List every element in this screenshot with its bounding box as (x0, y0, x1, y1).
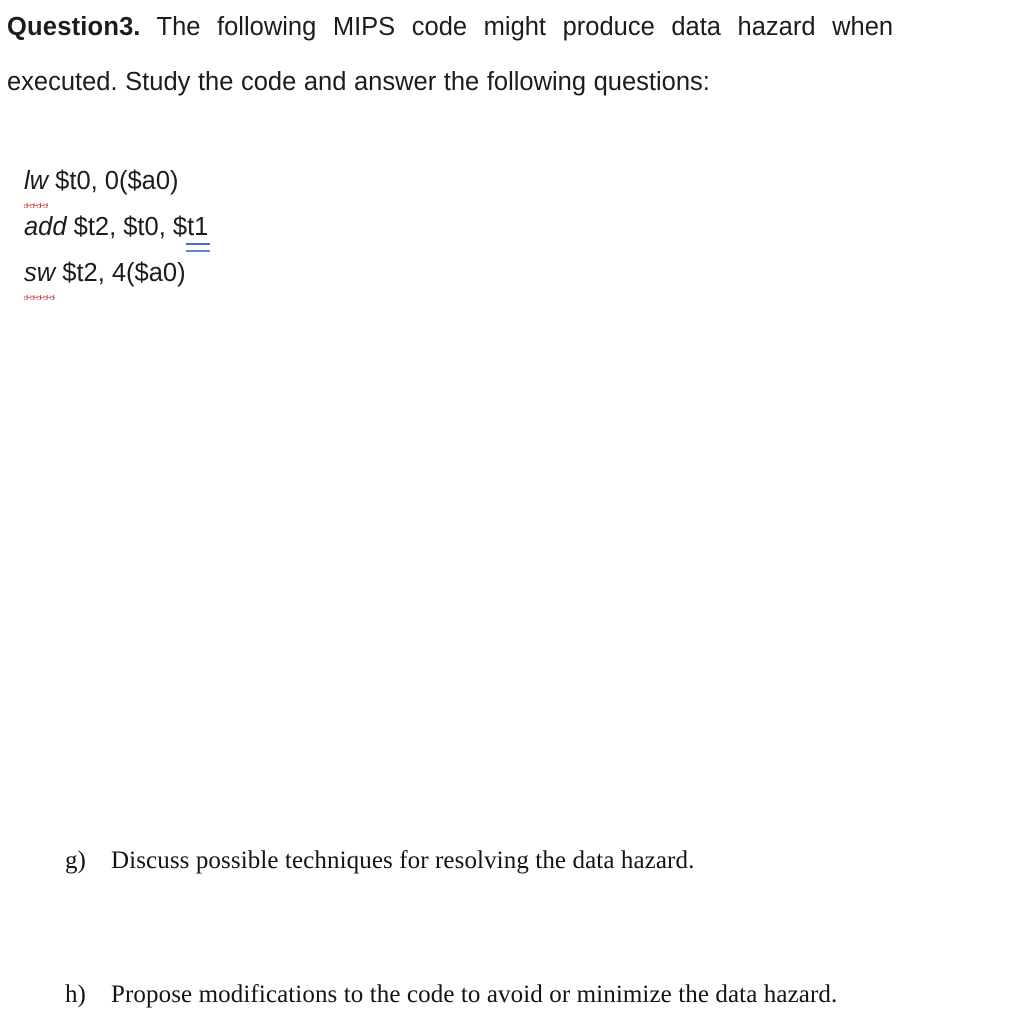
sub-question-g-text: Discuss possible techniques for resolvin… (111, 847, 695, 874)
question-heading-line-1: Question3. The following MIPS code might… (7, 0, 1021, 55)
code-line-lw: lw $t0, 0($a0) (24, 158, 208, 208)
sub-question-h-marker: h) (65, 981, 86, 1008)
document-page: Question3. The following MIPS code might… (0, 0, 1027, 1030)
sub-question-h: h) Propose modifications to the code to a… (65, 980, 837, 1010)
sub-question-h-text: Propose modifications to the code to avo… (111, 981, 838, 1008)
operand-t1-grammar-marked: t1 (186, 204, 211, 252)
question-label: Question (7, 13, 120, 41)
mnemonic-sw: sw (24, 250, 56, 300)
sub-question-g: g) Discuss possible techniques for resolv… (65, 846, 694, 876)
question-heading-line-2: executed. Study the code and answer the … (7, 68, 710, 96)
question-statement-line-1: The following MIPS code might produce da… (156, 13, 894, 41)
operands-sw: $t2, 4($a0) (55, 259, 186, 287)
mnemonic-lw: lw (24, 158, 49, 208)
code-line-add: add $t2, $t0, $t1 (24, 204, 211, 252)
sub-question-g-marker: g) (65, 847, 86, 874)
mips-code-block: lw $t0, 0($a0) add $t2, $t0, $t1 sw $t2,… (24, 158, 211, 300)
question-number: 3. (119, 13, 141, 41)
mnemonic-add: add (24, 213, 67, 241)
code-line-sw: sw $t2, 4($a0) (24, 250, 208, 300)
operands-lw: $t0, 0($a0) (48, 167, 179, 195)
question-heading-block: Question3. The following MIPS code might… (7, 0, 1021, 110)
operands-add-prefix: $t2, $t0, $ (66, 213, 188, 241)
